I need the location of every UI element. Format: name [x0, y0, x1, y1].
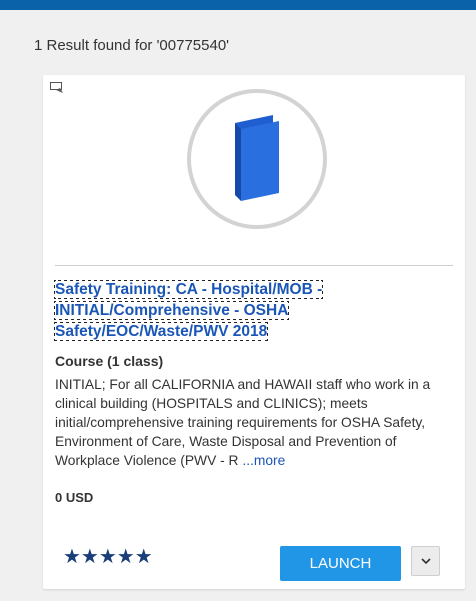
- result-count: 1 Result found for '00775540': [34, 37, 230, 54]
- card-divider: [55, 265, 453, 266]
- course-thumbnail[interactable]: [187, 89, 327, 229]
- course-description: INITIAL; For all CALIFORNIA and HAWAII s…: [55, 375, 461, 470]
- book-icon: [235, 115, 279, 201]
- star-rating: ★★★★★: [63, 546, 153, 568]
- price: 0 USD: [55, 490, 94, 505]
- course-card: Safety Training: CA - Hospital/MOB - INI…: [43, 75, 465, 589]
- course-title-link[interactable]: Safety Training: CA - Hospital/MOB - INI…: [53, 279, 385, 342]
- top-bar: [0, 0, 476, 10]
- chevron-down-icon: [420, 558, 431, 564]
- presentation-icon: [50, 81, 64, 93]
- launch-button[interactable]: LAUNCH: [280, 546, 401, 581]
- more-link[interactable]: ...more: [242, 453, 285, 468]
- course-type: Course (1 class): [55, 353, 164, 369]
- options-dropdown-button[interactable]: [411, 546, 440, 576]
